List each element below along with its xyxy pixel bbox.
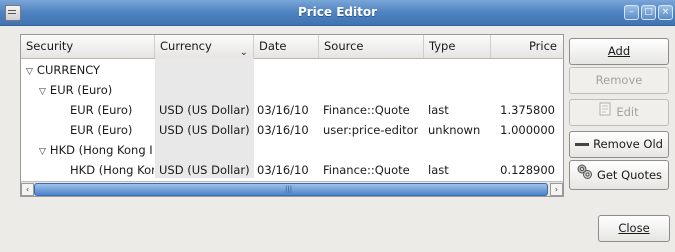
- price-tree-view[interactable]: Security Currency ⌄ Date Source Type Pri…: [20, 34, 564, 197]
- column-source[interactable]: Source: [319, 35, 424, 58]
- currency-cell: USD (US Dollar): [159, 103, 250, 117]
- price-cell: 0.128900: [500, 163, 555, 177]
- remove-old-label: Remove Old: [593, 137, 663, 151]
- table-row[interactable]: EUR (Euro) USD (US Dollar) 03/16/10 user…: [21, 120, 563, 140]
- gears-icon: [576, 162, 593, 190]
- currency-cell: USD (US Dollar): [159, 123, 250, 137]
- maximize-icon[interactable]: □: [641, 5, 656, 20]
- column-currency[interactable]: Currency ⌄: [155, 35, 254, 58]
- horizontal-scrollbar[interactable]: ‹ ||| ›: [21, 181, 563, 196]
- get-quotes-button[interactable]: Get Quotes: [569, 160, 669, 190]
- scroll-left-icon[interactable]: ‹: [21, 183, 34, 196]
- close-label: Close: [618, 221, 650, 235]
- grip-icon: |||: [285, 185, 293, 193]
- source-cell: Finance::Quote: [323, 163, 410, 177]
- type-cell: last: [428, 103, 449, 117]
- column-price[interactable]: Price: [491, 35, 563, 58]
- type-cell: last: [428, 163, 449, 177]
- price-cell: 1.000000: [500, 123, 555, 137]
- add-label: Add: [607, 44, 631, 58]
- table-row[interactable]: EUR (Euro) USD (US Dollar) 03/16/10 Fina…: [21, 100, 563, 120]
- date-cell: 03/16/10: [257, 103, 309, 117]
- expander-down-icon[interactable]: ▽: [39, 82, 46, 100]
- title-bar: Price Editor – □ ×: [0, 0, 675, 26]
- security-cell: ▽ HKD (Hong Kong I: [39, 140, 154, 160]
- security-cell: ▽ EUR (Euro): [39, 80, 112, 100]
- table-row[interactable]: ▽ HKD (Hong Kong I: [21, 140, 563, 160]
- expander-down-icon[interactable]: ▽: [26, 62, 33, 80]
- table-row[interactable]: HKD (Hong Kor USD (US Dollar) 03/16/10 F…: [21, 160, 563, 180]
- remove-old-button[interactable]: Remove Old: [569, 131, 669, 158]
- security-cell: EUR (Euro): [70, 103, 133, 117]
- minimize-icon[interactable]: –: [624, 5, 639, 20]
- table-row[interactable]: ▽ CURRENCY: [21, 60, 563, 80]
- column-date[interactable]: Date: [254, 35, 319, 58]
- edit-icon: [599, 100, 612, 125]
- source-cell: Finance::Quote: [323, 103, 410, 117]
- date-cell: 03/16/10: [257, 123, 309, 137]
- price-cell: 1.375800: [500, 103, 555, 117]
- security-label: CURRENCY: [36, 63, 101, 77]
- close-button[interactable]: Close: [598, 215, 670, 242]
- close-window-icon[interactable]: ×: [658, 5, 673, 20]
- column-security[interactable]: Security: [21, 35, 155, 58]
- security-cell: EUR (Euro): [70, 123, 133, 137]
- add-button[interactable]: Add: [569, 38, 669, 65]
- remove-label: Remove: [595, 73, 643, 87]
- security-label: HKD (Hong Kong I: [49, 143, 153, 157]
- date-cell: 03/16/10: [257, 163, 309, 177]
- security-cell: ▽ CURRENCY: [26, 60, 100, 80]
- edit-label: Edit: [616, 105, 639, 119]
- column-currency-label: Currency: [160, 39, 212, 53]
- column-type[interactable]: Type: [424, 35, 491, 58]
- scroll-right-icon[interactable]: ›: [550, 183, 563, 196]
- scrollbar-thumb[interactable]: |||: [34, 183, 548, 196]
- remove-old-icon: [575, 132, 590, 157]
- expander-down-icon[interactable]: ▽: [39, 142, 46, 160]
- security-label: EUR (Euro): [49, 83, 113, 97]
- window-title: Price Editor: [297, 5, 378, 19]
- get-quotes-label: Get Quotes: [596, 168, 663, 182]
- source-cell: user:price-editor: [323, 123, 419, 137]
- type-cell: unknown: [428, 123, 481, 137]
- column-header: Security Currency ⌄ Date Source Type Pri…: [21, 35, 563, 59]
- table-row[interactable]: ▽ EUR (Euro): [21, 80, 563, 100]
- edit-button[interactable]: Edit: [569, 99, 669, 126]
- currency-cell: USD (US Dollar): [159, 163, 250, 177]
- remove-button[interactable]: Remove: [569, 67, 669, 94]
- security-cell: HKD (Hong Kor: [70, 163, 154, 177]
